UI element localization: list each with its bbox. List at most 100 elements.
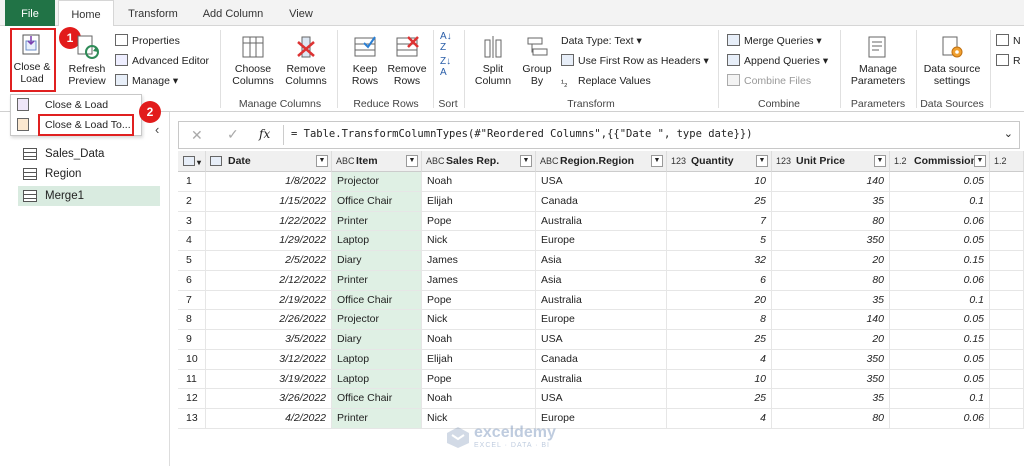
refresh-preview-button[interactable]: Refresh Preview [63,34,111,87]
table-cell[interactable]: 3/26/2022 [206,389,332,409]
merge-queries-button[interactable]: Merge Queries ▾ [727,33,822,49]
filter-dropdown-icon[interactable]: ▼ [316,155,328,167]
table-menu-button[interactable]: ▾ [178,151,206,172]
table-cell[interactable]: 3/12/2022 [206,349,332,370]
table-cell[interactable]: 3/5/2022 [206,330,332,350]
table-row[interactable]: 5 2/5/2022 Diary James Asia 32 20 0.15 [178,251,1024,271]
column-type-icon[interactable]: 123 [776,151,791,171]
table-cell[interactable]: Nick [422,310,536,330]
table-cell[interactable]: 1/29/2022 [206,231,332,251]
table-cell[interactable]: Canada [536,349,667,370]
manage-parameters-button[interactable]: Manage Parameters [845,34,911,87]
filter-dropdown-icon[interactable]: ▼ [874,155,886,167]
sort-ascending-icon[interactable]: A↓ Z [440,31,452,53]
column-header[interactable]: ABC Item ▼ [332,151,422,172]
table-cell[interactable]: Elijah [422,349,536,370]
column-header[interactable]: 1.2 Commission ▼ [890,151,990,172]
manage-button[interactable]: Manage ▾ [115,73,178,89]
table-cell[interactable]: 4 [667,409,772,429]
table-cell[interactable]: 80 [772,409,890,429]
table-cell[interactable]: 0.06 [890,270,990,291]
table-cell[interactable]: 25 [667,389,772,409]
table-cell[interactable]: 0.05 [890,231,990,251]
table-cell[interactable]: Asia [536,270,667,291]
table-cell[interactable]: 25 [667,330,772,350]
table-cell[interactable]: 35 [772,290,890,311]
table-cell[interactable]: 7 [667,211,772,232]
table-cell[interactable]: 1/22/2022 [206,211,332,232]
table-cell[interactable]: Australia [536,211,667,232]
table-cell[interactable]: 4/2/2022 [206,409,332,429]
table-cell[interactable] [990,349,1024,370]
table-cell[interactable]: 2/19/2022 [206,290,332,311]
table-cell[interactable]: Office Chair [332,389,422,409]
table-cell[interactable]: 0.15 [890,330,990,350]
table-cell[interactable]: Europe [536,231,667,251]
table-cell[interactable]: USA [536,330,667,350]
table-cell[interactable]: 1/15/2022 [206,191,332,212]
filter-dropdown-icon[interactable]: ▼ [756,155,768,167]
table-cell[interactable] [990,310,1024,330]
table-cell[interactable]: 20 [772,251,890,271]
table-cell[interactable]: 80 [772,211,890,232]
table-cell[interactable] [990,330,1024,350]
table-cell[interactable]: 3/19/2022 [206,369,332,390]
table-cell[interactable]: 0.1 [890,389,990,409]
table-cell[interactable]: 0.05 [890,172,990,192]
filter-dropdown-icon[interactable]: ▼ [651,155,663,167]
table-cell[interactable]: Noah [422,389,536,409]
table-cell[interactable]: Diary [332,330,422,350]
group-by-button[interactable]: Group By [518,34,556,87]
table-cell[interactable]: 8 [667,310,772,330]
data-source-settings-button[interactable]: Data source settings [920,34,984,87]
column-header[interactable]: 123 Unit Price ▼ [772,151,890,172]
table-cell[interactable]: Office Chair [332,290,422,311]
filter-dropdown-icon[interactable]: ▼ [406,155,418,167]
column-type-icon[interactable]: ABC [426,151,445,171]
table-cell[interactable] [990,270,1024,291]
table-cell[interactable]: Pope [422,290,536,311]
tab-view[interactable]: View [280,0,322,26]
new-source-button[interactable]: N [996,33,1021,49]
table-cell[interactable]: USA [536,172,667,192]
table-cell[interactable]: 350 [772,349,890,370]
table-cell[interactable]: Canada [536,191,667,212]
tab-home[interactable]: Home [58,0,114,27]
table-cell[interactable]: Laptop [332,349,422,370]
table-cell[interactable]: 20 [667,290,772,311]
table-cell[interactable]: 80 [772,270,890,291]
table-cell[interactable]: 20 [772,330,890,350]
table-cell[interactable]: 0.05 [890,349,990,370]
column-type-icon[interactable]: 123 [671,151,686,171]
table-cell[interactable]: 35 [772,389,890,409]
collapse-pane-icon[interactable]: ‹ [155,122,159,137]
table-cell[interactable]: 0.1 [890,191,990,212]
table-cell[interactable]: 35 [772,191,890,212]
table-cell[interactable]: Australia [536,290,667,311]
split-column-button[interactable]: Split Column [472,34,514,87]
table-cell[interactable]: Laptop [332,369,422,390]
table-row[interactable]: 2 1/15/2022 Office Chair Elijah Canada 25 35 0.… [178,191,1024,212]
use-first-row-button[interactable]: Use First Row as Headers ▾ [561,53,709,69]
table-cell[interactable] [990,290,1024,311]
confirm-formula-icon[interactable]: ✓ [227,126,239,143]
calendar-icon[interactable] [210,156,222,166]
table-cell[interactable]: Diary [332,251,422,271]
table-cell[interactable]: Noah [422,172,536,192]
column-header[interactable]: 123 Quantity ▼ [667,151,772,172]
menu-item-close-load[interactable]: Close & Load [11,95,141,115]
table-row[interactable]: 3 1/22/2022 Printer Pope Australia 7 80 0.06 [178,211,1024,232]
table-row[interactable]: 6 2/12/2022 Printer James Asia 6 80 0.06 [178,270,1024,291]
expand-formula-icon[interactable]: ⌄ [1004,127,1013,140]
table-cell[interactable]: 2/5/2022 [206,251,332,271]
query-item-merge1[interactable]: Merge1 [18,186,160,206]
append-queries-button[interactable]: Append Queries ▾ [727,53,828,69]
column-header[interactable]: 1.2 [990,151,1024,172]
keep-rows-button[interactable]: Keep Rows [343,34,387,87]
table-cell[interactable]: Asia [536,251,667,271]
tab-file[interactable]: File [5,0,55,26]
table-cell[interactable] [990,389,1024,409]
table-cell[interactable]: 0.05 [890,310,990,330]
table-cell[interactable]: Elijah [422,191,536,212]
table-cell[interactable] [990,211,1024,232]
